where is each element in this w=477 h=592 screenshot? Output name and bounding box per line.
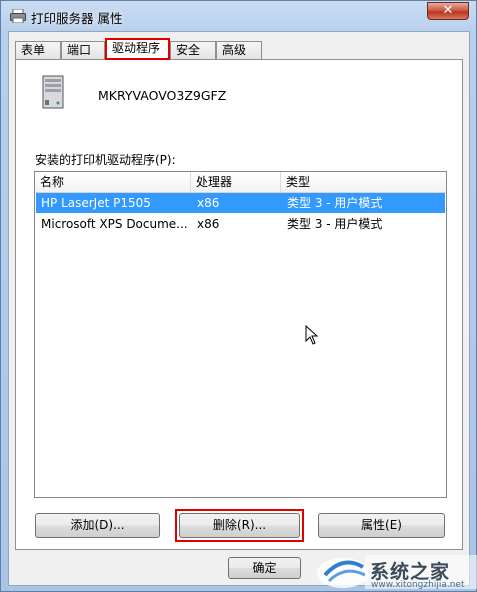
drivers-listview[interactable]: 名称 处理器 类型 HP LaserJet P1505 x86 类型 3 - 用…: [34, 171, 447, 498]
driver-name: HP LaserJet P1505: [41, 196, 151, 210]
driver-processor: x86: [197, 196, 220, 210]
properties-button[interactable]: 属性(E): [318, 513, 445, 538]
close-button[interactable]: ✕: [427, 2, 469, 20]
tab-advanced[interactable]: 高级: [216, 41, 262, 59]
list-header: 名称 处理器 类型: [35, 172, 446, 193]
tab-ports[interactable]: 端口: [61, 41, 105, 59]
drivers-panel: MKRYVAOVO3Z9GFZ 安装的打印机驱动程序(P): 名称 处理器 类型…: [15, 59, 463, 550]
column-header-processor[interactable]: 处理器: [191, 172, 281, 192]
tab-forms[interactable]: 表单: [15, 41, 61, 59]
window-title: 打印服务器 属性: [31, 11, 123, 26]
drivers-list-label: 安装的打印机驱动程序(P):: [35, 153, 176, 167]
remove-highlight-box: [175, 509, 304, 542]
add-driver-button[interactable]: 添加(D)...: [35, 513, 160, 538]
close-icon: ✕: [442, 3, 454, 18]
printer-app-icon: [10, 9, 26, 23]
dialog-window: 打印服务器 属性 ✕ 表单 端口 驱动程序 安全 高级 MKRYVAOVO3Z9…: [0, 0, 477, 592]
title-bar[interactable]: 打印服务器 属性 ✕: [1, 1, 476, 31]
watermark-subtext: www.xitongzhijia.net: [371, 580, 465, 590]
tab-security[interactable]: 安全: [170, 41, 216, 59]
server-icon: [42, 75, 64, 109]
list-item-hp-laserjet[interactable]: HP LaserJet P1505 x86 类型 3 - 用户模式: [36, 193, 445, 213]
driver-type: 类型 3 - 用户模式: [287, 217, 383, 231]
driver-type: 类型 3 - 用户模式: [287, 196, 383, 210]
driver-name: Microsoft XPS Docume...: [41, 217, 188, 231]
mouse-cursor-icon: [305, 325, 319, 345]
ok-button[interactable]: 确定: [228, 557, 301, 579]
column-header-name[interactable]: 名称: [35, 172, 191, 192]
list-item-microsoft-xps[interactable]: Microsoft XPS Docume... x86 类型 3 - 用户模式: [36, 214, 445, 234]
server-name: MKRYVAOVO3Z9GFZ: [98, 88, 227, 103]
driver-processor: x86: [197, 217, 220, 231]
dialog-client: 表单 端口 驱动程序 安全 高级 MKRYVAOVO3Z9GFZ 安装的打印机驱…: [8, 31, 470, 586]
tab-drivers[interactable]: 驱动程序: [105, 38, 170, 60]
column-header-type[interactable]: 类型: [281, 172, 446, 192]
